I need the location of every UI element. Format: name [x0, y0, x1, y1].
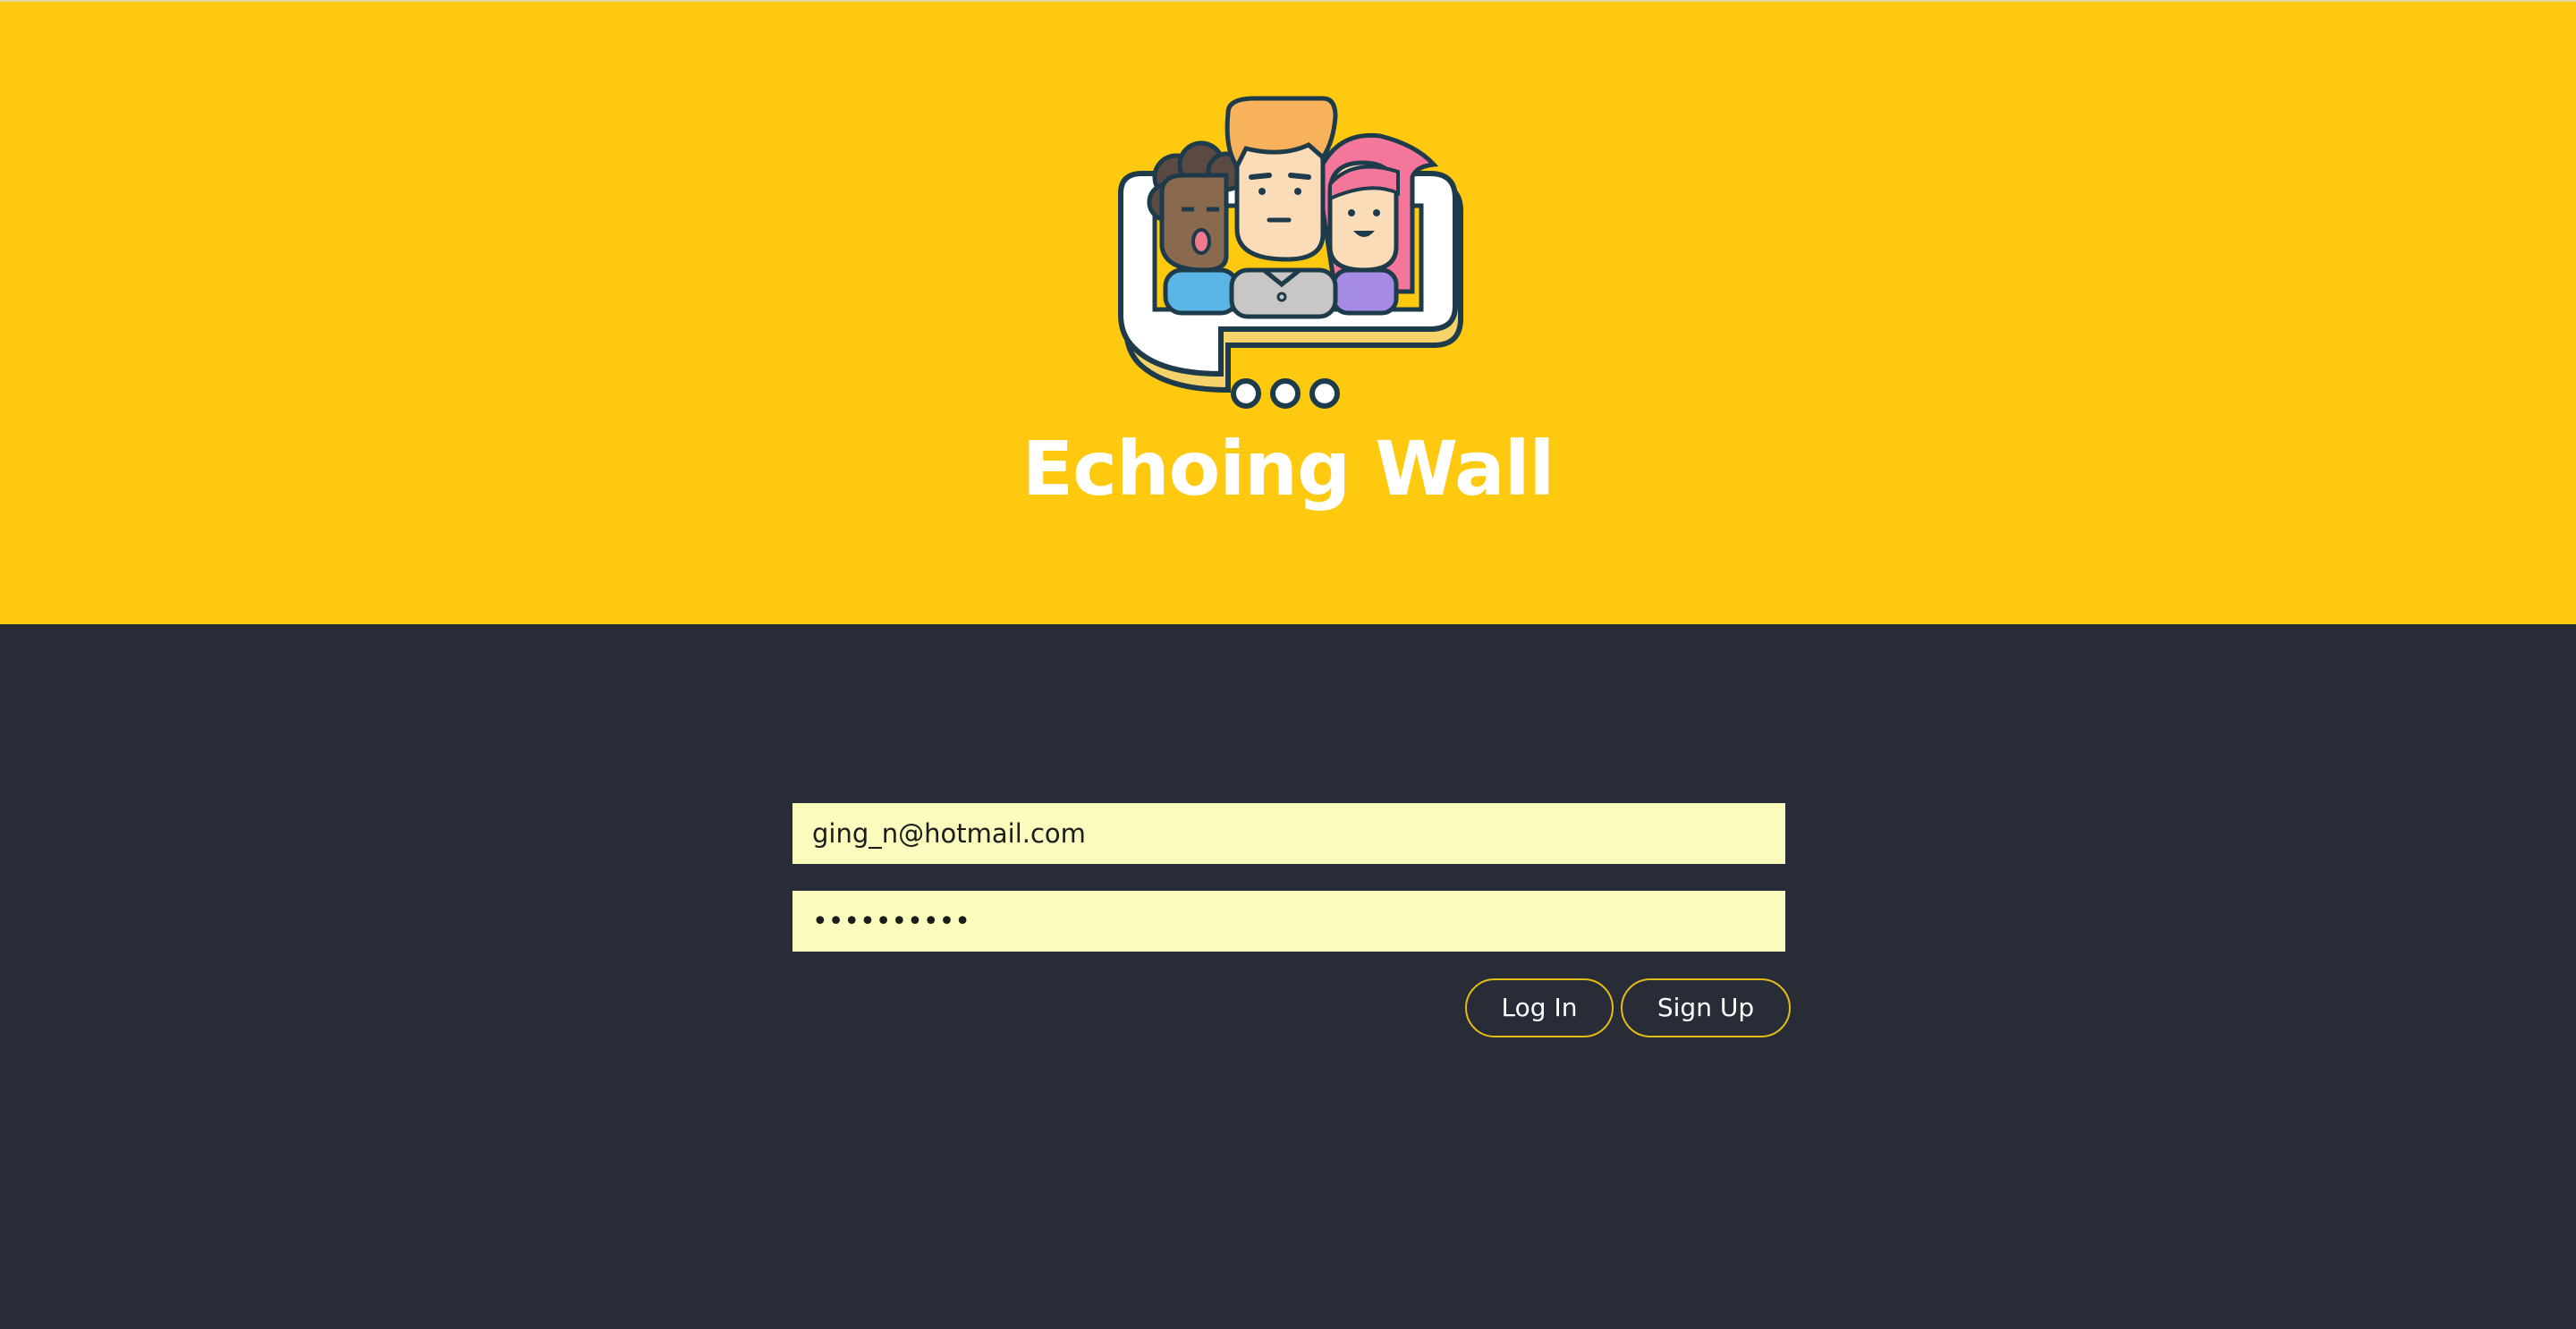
- email-field[interactable]: [792, 803, 1785, 864]
- login-section: [0, 624, 2576, 1329]
- hero-banner: Echoing Wall: [0, 0, 2576, 624]
- signup-button[interactable]: Sign Up: [1621, 978, 1791, 1037]
- login-button[interactable]: Log In: [1465, 978, 1614, 1037]
- app-title: Echoing Wall: [1021, 425, 1555, 512]
- password-field[interactable]: [792, 891, 1785, 952]
- echoing-wall-logo: [1112, 95, 1470, 417]
